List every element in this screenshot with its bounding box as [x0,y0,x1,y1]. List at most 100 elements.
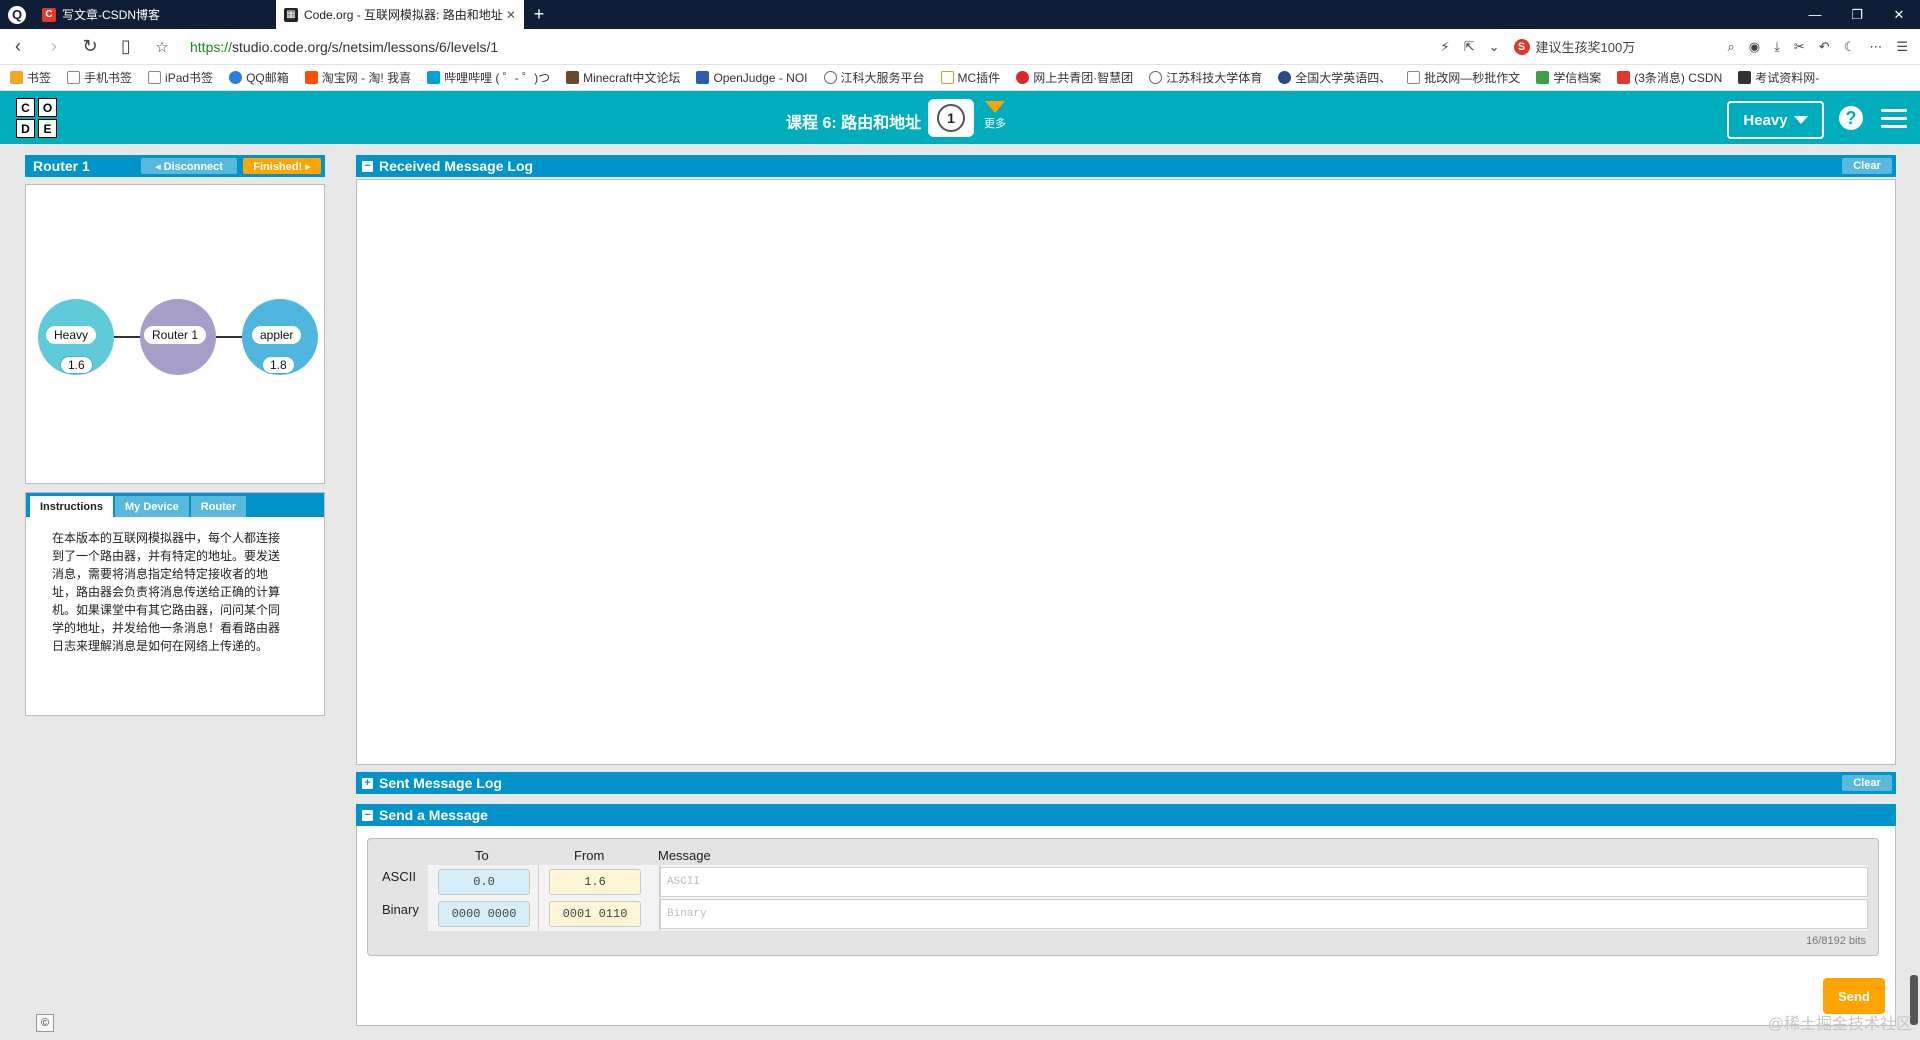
bookmark-item[interactable]: 考试资料网- [1738,69,1819,86]
bookmark-item[interactable]: MC插件 [940,69,1000,86]
message-composer: To From Message ASCII Binary 0.0 1.6 000… [367,838,1879,956]
more-label: 更多 [984,118,1006,130]
message-ascii-input[interactable]: ASCII [660,867,1868,897]
bookmark-item[interactable]: Minecraft中文论坛 [566,69,680,86]
bookmark-item[interactable]: 网上共青团·智慧团 [1016,69,1133,86]
collapse-icon[interactable]: − [362,160,373,172]
address-bar: ‹ › ↻ ▯ ☆ https://studio.code.org/s/nets… [0,29,1920,65]
url-field[interactable]: https://studio.code.org/s/netsim/lessons… [190,39,1290,55]
globe-icon [1149,71,1163,84]
hamburger-menu-icon[interactable] [1881,109,1907,133]
codeorg-icon: ▦ [284,7,298,22]
copyright-icon[interactable]: © [36,1014,54,1032]
reload-icon[interactable]: ↻ [72,36,108,57]
disconnect-button[interactable]: ◂ Disconnect [141,158,237,174]
bookmark-item[interactable]: 淘宝网 - 淘! 我喜 [304,69,411,86]
received-log-body [356,179,1896,765]
node-name: Router 1 [144,326,207,344]
chevron-down-icon[interactable]: ⌄ [1489,39,1500,55]
tab-instructions[interactable]: Instructions [30,496,113,517]
search-engine-box[interactable]: S 建议生孩奖100万 [1513,37,1714,56]
bookmark-label: 书签 [27,71,52,85]
bookmark-item[interactable]: OpenJudge - NOI [696,70,808,85]
message-binary-input[interactable]: Binary [660,899,1868,929]
bookmark-item[interactable]: 学信档案 [1536,69,1601,86]
close-window-icon[interactable]: ✕ [1878,0,1920,29]
tab-router[interactable]: Router [190,496,247,517]
info-tab-bar: Instructions My Device Router [26,493,324,517]
browser-tab-csdn[interactable]: C 写文章-CSDN博客 [34,0,276,29]
bookmark-label: OpenJudge - NOI [713,70,808,85]
to-ascii-field[interactable]: 0.0 [438,869,530,895]
level-bubble[interactable]: 1 [928,99,974,137]
search-icon[interactable]: ⌕ [1728,39,1735,55]
more-icon[interactable]: ⋯ [1869,39,1882,55]
browser-menu-button[interactable]: Q [0,0,34,29]
bookmark-item[interactable]: 江苏科技大学体育 [1149,69,1262,86]
download-icon[interactable]: ⤓ [1774,39,1780,55]
from-binary-field[interactable]: 0001 0110 [549,901,641,927]
bookmark-item[interactable]: 手机书签 [67,69,132,86]
bookmark-label: Minecraft中文论坛 [583,71,681,85]
bookmark-label: 网上共青团·智慧团 [1033,71,1134,85]
send-message-header[interactable]: − Send a Message [356,804,1896,826]
csdn-icon [1617,71,1631,84]
globe-icon [823,71,837,84]
expand-icon[interactable]: + [362,777,373,789]
lesson-title[interactable]: 课程 6: 路由和地址 [786,109,921,133]
help-icon[interactable]: ? [1839,106,1863,130]
from-ascii-field[interactable]: 1.6 [549,869,641,895]
game-icon[interactable]: ◉ [1749,39,1760,55]
bookmark-item[interactable]: QQ邮箱 [229,69,289,86]
forward-icon[interactable]: › [36,36,72,57]
exam-icon [1738,71,1752,84]
back-icon[interactable]: ‹ [0,36,36,57]
bookmark-label: 批改网—秒批作文 [1424,71,1521,85]
share-icon[interactable]: ⇱ [1464,39,1475,55]
tab-my-device[interactable]: My Device [114,496,189,517]
chsi-icon [1536,71,1550,84]
more-levels-button[interactable]: 更多 [982,101,1008,131]
restore-icon[interactable]: ❐ [1836,0,1878,29]
bookmark-item[interactable]: 哔哩哔哩 ( ゜- ゜)つ [427,69,550,86]
clear-sent-button[interactable]: Clear [1842,775,1892,791]
received-log-header[interactable]: − Received Message Log Clear [356,155,1896,177]
reader-icon[interactable]: ▯ [108,36,144,57]
new-tab-button[interactable]: + [524,0,554,29]
browser-tab-codeorg[interactable]: ▦ Code.org - 互联网模拟器: 路由和地址 ✕ [276,0,524,29]
codeorg-logo[interactable]: C O D E [16,98,58,138]
bookmark-item[interactable]: 全国大学英语四、 [1278,69,1391,86]
tab-label: 写文章-CSDN博客 [62,8,160,22]
moon-icon[interactable]: ☾ [1844,39,1856,55]
sogou-icon: S [1513,38,1530,55]
bookmark-item[interactable]: (3条消息) CSDN [1617,69,1722,86]
scissors-icon[interactable]: ✂ [1794,39,1805,55]
bookmark-item[interactable]: 批改网—秒批作文 [1407,69,1520,86]
bookmark-label: 考试资料网- [1755,71,1820,85]
finished-button[interactable]: Finished! ▸ [243,158,321,174]
lightning-icon[interactable]: ⚡ [1441,39,1450,55]
bookmarks-bar: 书签 手机书签 iPad书签 QQ邮箱 淘宝网 - 淘! 我喜 哔哩哔哩 ( ゜… [0,65,1920,91]
undo-icon[interactable]: ↶ [1819,39,1830,55]
clear-received-button[interactable]: Clear [1842,158,1892,174]
bookmark-item[interactable]: iPad书签 [148,69,213,86]
star-icon [10,71,23,84]
bookmark-label: 哔哩哔哩 ( ゜- ゜)つ [444,71,551,85]
user-name: Heavy [1743,111,1788,129]
level-number: 1 [937,104,965,132]
send-button[interactable]: Send [1823,978,1885,1014]
bookmark-item[interactable]: 江科大服务平台 [823,69,925,86]
to-binary-field[interactable]: 0000 0000 [438,901,530,927]
sent-log-header[interactable]: + Sent Message Log Clear [356,772,1896,794]
send-message-title: Send a Message [379,807,488,823]
address-bar-tools: ⚡ ⇱ ⌄ S 建议生孩奖100万 ⌕ ◉ ⤓ ✂ ↶ ☾ ⋯ ☰ [1441,37,1920,56]
tablet-icon [148,71,162,84]
close-tab-icon[interactable]: ✕ [506,8,516,22]
browser-tab-strip: Q C 写文章-CSDN博客 ▦ Code.org - 互联网模拟器: 路由和地… [0,0,1920,29]
user-menu-button[interactable]: Heavy [1727,101,1824,139]
collapse-icon[interactable]: − [362,809,373,821]
bookmark-star-icon[interactable]: ☆ [144,38,180,56]
menu-icon[interactable]: ☰ [1896,39,1908,55]
minimize-icon[interactable]: — [1794,0,1836,29]
bookmark-item[interactable]: 书签 [10,69,51,86]
